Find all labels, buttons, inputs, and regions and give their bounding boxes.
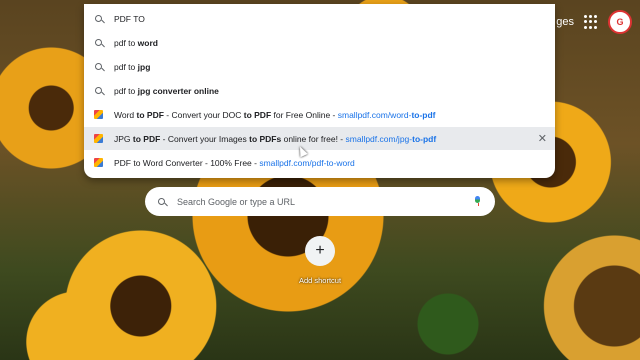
suggestion-text: - Convert your DOC [163,109,244,120]
search-input[interactable]: Search Google or type a URL [177,197,295,207]
suggestion-text: pdf to [114,85,138,96]
suggestion-text: online for free! - [281,133,346,144]
top-bar-right: ges G [556,10,632,34]
suggestion-url: smallpdf.com/pdf-to-word [259,157,355,168]
suggestion-text: PDF to Word Converter - 100% Free - [114,157,260,168]
add-shortcut-tile[interactable]: + Add shortcut [296,236,344,285]
suggestion-url: smallpdf.com/word- [337,109,412,120]
suggestion-bold-text: to PDF [243,109,272,120]
suggestion-row-site-selected[interactable]: JPG to PDF - Convert your Images to PDFs… [84,127,555,150]
plus-icon[interactable]: + [305,236,335,266]
search-icon [94,87,102,94]
remove-suggestion-close-icon[interactable]: ✕ [538,132,547,145]
search-icon [158,198,165,205]
suggestion-url: smallpdf.com/jpg- [345,133,413,144]
suggestion-text: PDF TO [114,13,145,24]
suggestion-bold-text: jpg [137,61,151,72]
suggestion-row-site[interactable]: PDF to Word Converter - 100% Free - smal… [84,151,555,174]
search-icon [94,63,102,70]
omnibox-suggestions-dropdown: PDF TO pdf to word pdf to jpg pdf to jpg… [84,4,555,178]
suggestion-text: pdf to [114,37,138,48]
suggestion-text: for Free Online - [271,109,338,120]
avatar[interactable]: G [608,10,632,34]
apps-grid-icon[interactable] [584,15,598,29]
suggestion-text: Word [114,109,137,120]
suggestion-row[interactable]: pdf to jpg [84,55,555,78]
google-search-box[interactable]: Search Google or type a URL [145,187,495,216]
suggestion-url-bold: to-pdf [412,133,437,144]
microphone-icon[interactable] [475,196,481,207]
smallpdf-favicon-icon [93,158,103,167]
smallpdf-favicon-icon [93,134,103,143]
search-icon [94,39,102,46]
suggestion-row-site[interactable]: Word to PDF - Convert your DOC to PDF fo… [84,103,555,126]
add-shortcut-label: Add shortcut [298,276,342,285]
smallpdf-favicon-icon [93,110,103,119]
suggestion-row[interactable]: pdf to word [84,31,555,54]
suggestion-text: JPG [114,133,133,144]
suggestion-row[interactable]: pdf to jpg converter online [84,79,555,102]
suggestion-text: pdf to [114,61,138,72]
suggestion-text: - Convert your Images [160,133,250,144]
suggestion-url-bold: to-pdf [411,109,436,120]
suggestion-bold-text: to PDFs [249,133,282,144]
suggestion-bold-text: to PDF [136,109,164,120]
search-icon [94,15,102,22]
suggestion-row[interactable]: PDF TO [84,7,555,30]
images-link[interactable]: ges [556,16,574,28]
suggestion-bold-text: to PDF [132,133,161,144]
suggestion-bold-text: word [137,37,158,48]
suggestion-bold-text: jpg converter online [137,85,219,96]
